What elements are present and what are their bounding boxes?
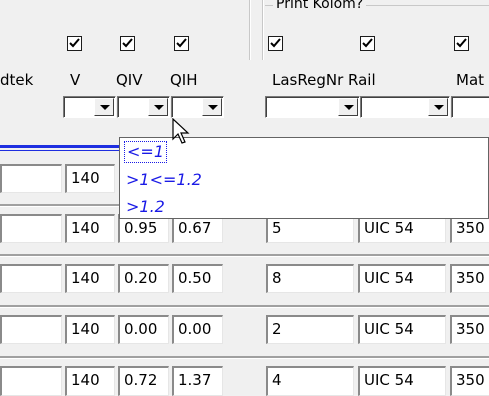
chevron-down-icon[interactable]: [94, 98, 114, 116]
checkmark-icon: [69, 38, 80, 48]
cell-v[interactable]: 140: [65, 164, 115, 193]
checkmark-icon: [456, 38, 467, 48]
cell-qiv[interactable]: 0.20: [118, 264, 169, 293]
group-title: Print Kolom?: [273, 0, 367, 13]
cell-dtek[interactable]: [0, 164, 62, 193]
header-mat: Mat: [456, 71, 485, 89]
checkmark-icon: [176, 38, 187, 48]
cell-mat[interactable]: 350: [450, 366, 489, 396]
checkbox-lasregnr[interactable]: [268, 36, 283, 51]
chevron-down-icon[interactable]: [148, 98, 168, 116]
header-dtek: dtek: [0, 71, 34, 89]
cell-qiv[interactable]: 0.00: [118, 315, 169, 344]
dropdown-option[interactable]: >1.2: [126, 197, 165, 217]
checkbox-v[interactable]: [67, 36, 82, 51]
cell-lasregnr[interactable]: 8: [266, 264, 354, 293]
cell-rail[interactable]: UIC 54: [358, 366, 446, 396]
header-rail: Rail: [348, 71, 376, 89]
row-divider: [0, 254, 489, 257]
header-v: V: [70, 71, 81, 89]
cell-dtek[interactable]: [0, 264, 62, 293]
cell-rail[interactable]: UIC 54: [358, 264, 446, 293]
chevron-down-icon[interactable]: [338, 98, 358, 116]
cell-lasregnr[interactable]: 4: [266, 366, 354, 396]
checkmark-icon: [122, 38, 133, 48]
cell-rail[interactable]: UIC 54: [358, 315, 446, 344]
cell-qih[interactable]: 0.00: [172, 315, 223, 344]
cell-lasregnr[interactable]: 2: [266, 315, 354, 344]
row-divider: [0, 305, 489, 308]
header-qih: QIH: [170, 71, 198, 89]
qiv-filter-dropdown-list: <=1 >1<=1.2 >1.2: [119, 137, 489, 219]
cell-qih[interactable]: 1.37: [172, 366, 223, 396]
filter-v-combo[interactable]: [63, 96, 116, 118]
checkmark-icon: [270, 38, 281, 48]
checkbox-qih[interactable]: [174, 36, 189, 51]
cell-v[interactable]: 140: [65, 214, 115, 243]
cell-v[interactable]: 140: [65, 315, 115, 344]
filter-qiv-combo[interactable]: [117, 96, 170, 118]
row-divider: [0, 356, 489, 359]
header-lasregnr: LasRegNr: [272, 71, 344, 89]
checkbox-rail[interactable]: [360, 36, 375, 51]
checkmark-icon: [362, 38, 373, 48]
header-qiv: QIV: [116, 71, 143, 89]
filter-qih-combo[interactable]: [171, 96, 224, 118]
cell-v[interactable]: 140: [65, 366, 115, 396]
filter-lasregnr-combo[interactable]: [265, 96, 360, 118]
chevron-down-icon[interactable]: [202, 98, 222, 116]
cell-dtek[interactable]: [0, 366, 62, 396]
checkbox-qiv[interactable]: [120, 36, 135, 51]
cell-dtek[interactable]: [0, 214, 62, 243]
dropdown-option[interactable]: >1<=1.2: [126, 170, 202, 190]
cell-v[interactable]: 140: [65, 264, 115, 293]
dropdown-option[interactable]: <=1: [124, 141, 167, 163]
filter-rail-combo[interactable]: [360, 96, 450, 118]
checkbox-mat[interactable]: [454, 36, 469, 51]
cell-qiv[interactable]: 0.72: [118, 366, 169, 396]
filter-mat-combo[interactable]: [451, 96, 489, 118]
mouse-cursor-icon: [172, 118, 190, 144]
cell-mat[interactable]: 350: [450, 264, 489, 293]
chevron-down-icon[interactable]: [428, 98, 448, 116]
cell-qih[interactable]: 0.50: [172, 264, 223, 293]
cell-dtek[interactable]: [0, 315, 62, 344]
cell-mat[interactable]: 350: [450, 315, 489, 344]
